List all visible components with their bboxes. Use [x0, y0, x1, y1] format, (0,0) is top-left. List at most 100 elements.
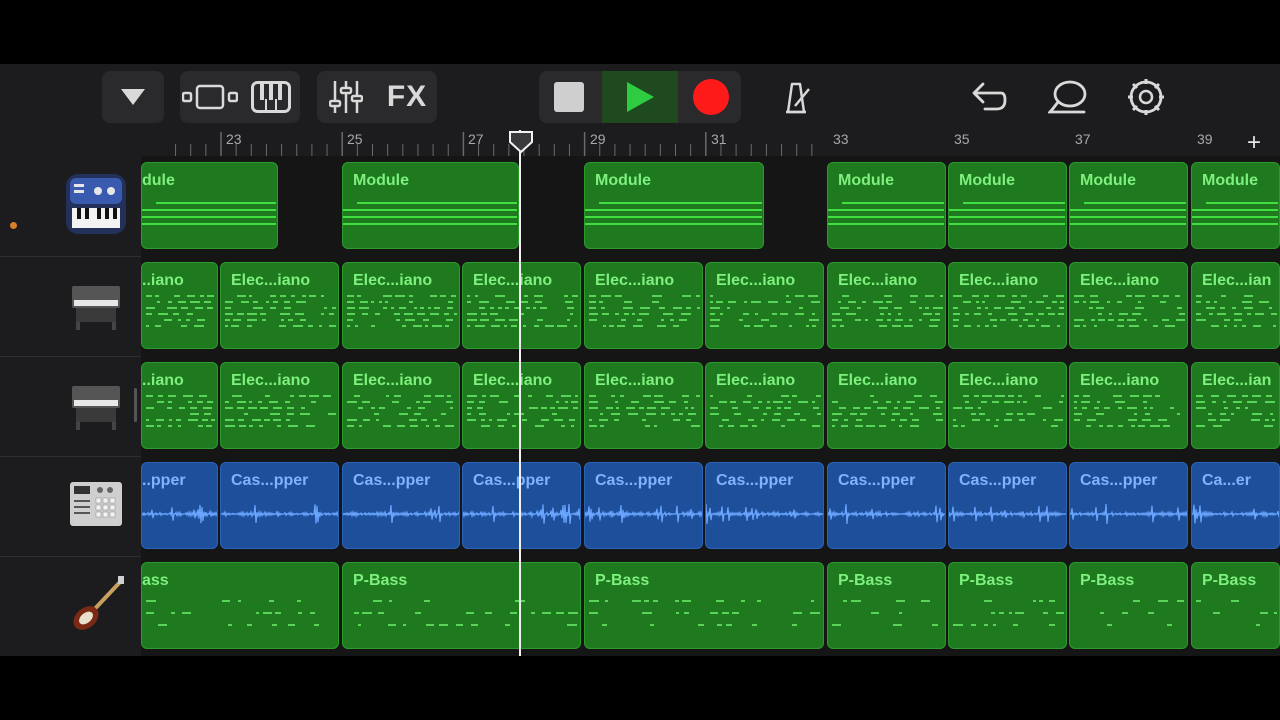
region-name: P-Bass [838, 572, 893, 589]
region[interactable]: Cas...pper [342, 462, 460, 549]
track-header-beat-sequencer[interactable] [0, 456, 141, 557]
midi-notes [146, 600, 319, 626]
region[interactable]: P-Bass [342, 562, 581, 649]
region[interactable]: Module [1069, 162, 1188, 249]
region[interactable]: Cas...pper [705, 462, 824, 549]
region[interactable]: Module [342, 162, 519, 249]
midi-notes [467, 295, 578, 327]
bar-number-25: 25 [347, 131, 363, 147]
track-lane-1[interactable]: dule Module Module Module Module Module Module [141, 156, 1280, 256]
track-lane-3[interactable]: ..iano Elec...iano Elec...iano Elec...iano E… [141, 356, 1280, 456]
undo-arrow-icon [972, 82, 1007, 111]
track-lane-2[interactable]: ..iano Elec...iano Elec...iano Elec...iano E… [141, 256, 1280, 356]
region[interactable]: Module [948, 162, 1067, 249]
region[interactable]: Cas...pper [584, 462, 703, 549]
bar-number-33: 33 [833, 131, 849, 147]
track-header-bass[interactable] [0, 556, 141, 656]
region[interactable]: Cas...pper [462, 462, 581, 549]
region[interactable]: Cas...pper [1069, 462, 1188, 549]
midi-notes [146, 395, 215, 427]
region[interactable]: ..iano [141, 262, 218, 349]
waveform [706, 504, 823, 524]
play-button[interactable] [602, 71, 678, 123]
settings-button[interactable] [1122, 71, 1170, 123]
region[interactable]: Elec...iano [220, 362, 339, 449]
midi-notes [832, 600, 938, 626]
region[interactable]: Elec...iano [948, 262, 1067, 349]
region[interactable]: ..iano [141, 362, 218, 449]
region[interactable]: Elec...iano [827, 262, 946, 349]
region[interactable]: Cas...pper [220, 462, 339, 549]
region[interactable]: Elec...ian [1191, 362, 1280, 449]
waveform [1192, 504, 1279, 524]
region[interactable]: Elec...iano [342, 262, 460, 349]
track-lane-5[interactable]: ass P-Bass P-Bass P-Bass P-Bass P-Bass P-Bass [141, 556, 1280, 656]
region[interactable]: Elec...iano [705, 262, 824, 349]
region[interactable]: Module [1191, 162, 1280, 249]
region[interactable]: P-Bass [1069, 562, 1188, 649]
mixer-button[interactable] [317, 71, 375, 123]
region-name: Elec...iano [959, 272, 1039, 289]
region[interactable]: Ca...er [1191, 462, 1280, 549]
region[interactable]: dule [141, 162, 278, 249]
track-header-synth[interactable] [0, 156, 141, 257]
midi-notes [347, 395, 454, 427]
region[interactable]: Elec...iano [948, 362, 1067, 449]
region[interactable]: Elec...ian [1191, 262, 1280, 349]
tracks-view-button[interactable] [180, 71, 240, 123]
bar-number-37: 37 [1075, 131, 1091, 147]
undo-button[interactable] [965, 71, 1013, 123]
track-header-electric-piano-1[interactable] [0, 256, 141, 357]
region-name: Module [353, 172, 409, 189]
browser-dropdown-button[interactable] [102, 71, 164, 123]
region[interactable]: Module [584, 162, 764, 249]
region[interactable]: Elec...iano [584, 362, 703, 449]
region[interactable]: Elec...iano [462, 262, 581, 349]
region-name: Module [959, 172, 1015, 189]
region[interactable]: Elec...iano [584, 262, 703, 349]
metronome-icon [786, 82, 810, 114]
region[interactable]: ..pper [141, 462, 218, 549]
region[interactable]: Elec...iano [342, 362, 460, 449]
playhead[interactable] [519, 130, 521, 656]
waveform [221, 504, 338, 524]
region[interactable]: Cas...pper [827, 462, 946, 549]
region[interactable]: Elec...iano [705, 362, 824, 449]
track-header-electric-piano-2[interactable] [0, 356, 141, 457]
region[interactable]: P-Bass [1191, 562, 1280, 649]
region-name: Elec...ian [1202, 272, 1272, 289]
stop-button[interactable] [539, 71, 599, 123]
add-section-button[interactable]: + [1247, 130, 1261, 156]
region-name: Elec...iano [353, 372, 433, 389]
loop-browser-button[interactable] [1044, 71, 1092, 123]
playhead-handle[interactable] [508, 130, 534, 154]
region[interactable]: P-Bass [584, 562, 824, 649]
record-button[interactable] [681, 71, 741, 123]
fx-button[interactable]: FX [377, 71, 437, 123]
midi-notes [589, 295, 700, 327]
region-name: Module [838, 172, 894, 189]
region-name: Elec...iano [716, 272, 796, 289]
region[interactable]: Module [827, 162, 946, 249]
region[interactable]: P-Bass [827, 562, 946, 649]
track-resize-handle[interactable] [134, 388, 137, 422]
track-lanes[interactable]: dule Module Module Module Module Module Module… [141, 156, 1280, 656]
region[interactable]: Elec...iano [1069, 362, 1188, 449]
metronome-button[interactable] [772, 71, 820, 123]
bar-number-23: 23 [226, 131, 242, 147]
region[interactable]: Elec...iano [1069, 262, 1188, 349]
midi-notes [354, 600, 578, 626]
region[interactable]: Elec...iano [220, 262, 339, 349]
region-name: ..iano [142, 272, 184, 289]
region[interactable]: ass [141, 562, 339, 649]
region-name: Elec...iano [1080, 272, 1160, 289]
keyboard-button[interactable] [242, 71, 300, 123]
region[interactable]: Cas...pper [948, 462, 1067, 549]
region[interactable]: Elec...iano [827, 362, 946, 449]
waveform [343, 504, 459, 524]
region[interactable]: Elec...iano [462, 362, 581, 449]
timeline-ruler[interactable]: 23 25 27 29 31 33 35 37 39 [0, 130, 1280, 157]
region[interactable]: P-Bass [948, 562, 1067, 649]
region-name: Elec...iano [595, 372, 675, 389]
track-lane-4[interactable]: ..pper Cas...pper Cas...pper Cas...pper Cas.… [141, 456, 1280, 556]
